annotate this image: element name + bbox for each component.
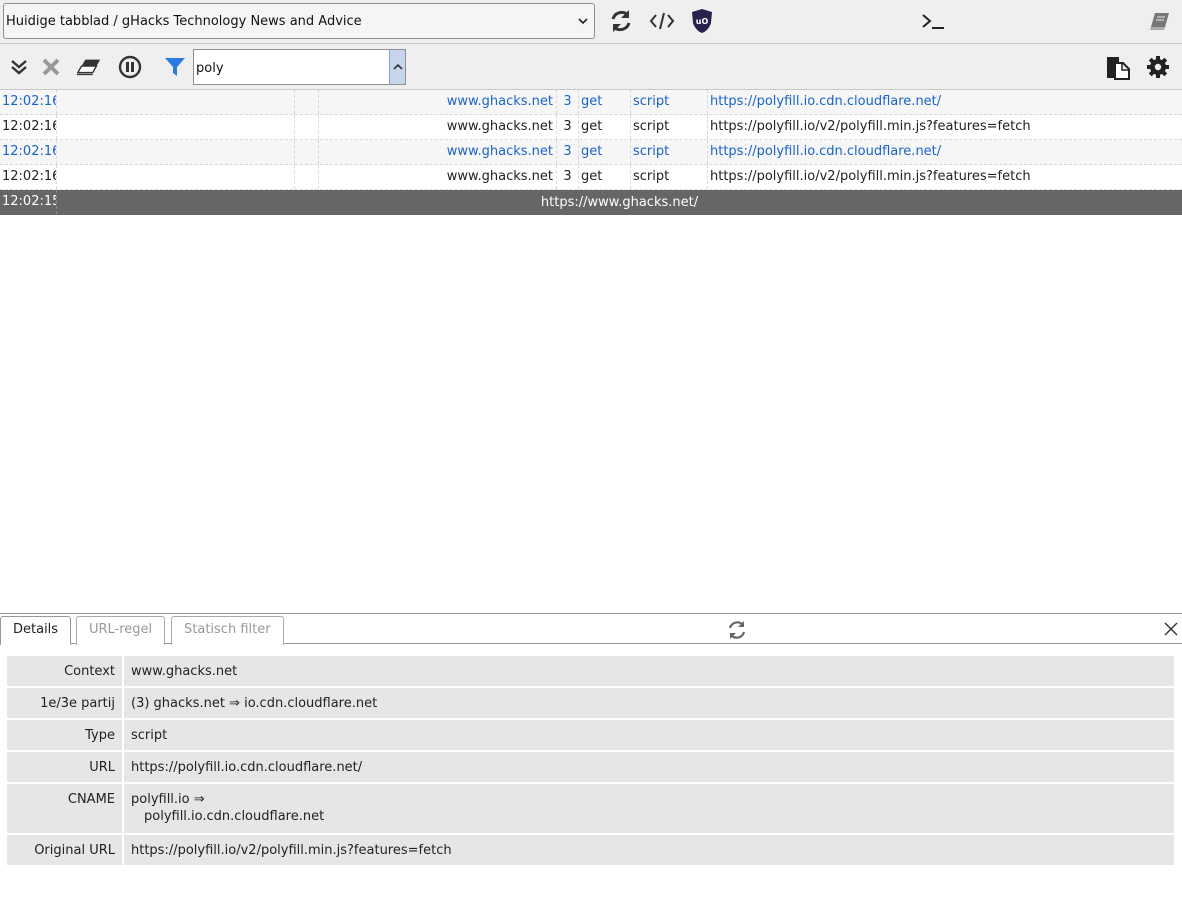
detail-row-cname: CNAME polyfill.io ⇒ polyfill.io.cdn.clou… (7, 784, 1174, 835)
detail-row-party: 1e/3e partij (3) ghacks.net ⇒ io.cdn.clo… (7, 688, 1174, 720)
detail-label: URL (7, 752, 124, 782)
log-filter-cell (57, 90, 295, 114)
detail-label: Context (7, 656, 124, 686)
detail-label: CNAME (7, 784, 124, 833)
cname-source: polyfill.io ⇒ (131, 792, 205, 807)
detail-value: (3) ghacks.net ⇒ io.cdn.cloudflare.net (131, 696, 378, 711)
log-time: 12:02:16 (0, 115, 57, 139)
log-type: script (631, 140, 708, 164)
chevron-up-icon (392, 63, 403, 70)
tab-url-rule[interactable]: URL-regel (76, 616, 166, 645)
pause-icon[interactable] (117, 54, 143, 80)
detail-value: www.ghacks.net (131, 664, 238, 679)
filter-input[interactable] (196, 58, 386, 78)
details-panel: Details URL-regel Statisch filter Contex… (0, 613, 1182, 899)
tab-selector-label: Huidige tabblad / gHacks Technology News… (6, 13, 362, 29)
log-context: www.ghacks.net (319, 165, 557, 189)
log-time: 12:02:16 (0, 140, 57, 164)
details-table: Context www.ghacks.net 1e/3e partij (3) … (7, 656, 1174, 867)
refresh-icon[interactable] (608, 8, 634, 34)
filter-options-toggle[interactable] (389, 50, 405, 84)
log-type: script (631, 90, 708, 114)
log-url: https://polyfill.io/v2/polyfill.min.js?f… (710, 169, 1031, 184)
eraser-icon[interactable] (76, 54, 102, 80)
detail-row-type: Type script (7, 720, 1174, 752)
chevron-down-icon (578, 18, 588, 25)
book-icon[interactable] (1147, 8, 1173, 34)
log-method: get (579, 165, 631, 189)
detail-value[interactable]: https://polyfill.io/v2/polyfill.min.js?f… (124, 835, 1174, 865)
close-icon[interactable] (38, 54, 64, 80)
detail-label: Type (7, 720, 124, 750)
logger-table: 12:02:16 www.ghacks.net 3 get script htt… (0, 90, 1182, 215)
log-time: 12:02:16 (0, 90, 57, 114)
log-method: get (579, 115, 631, 139)
detail-label: Original URL (7, 835, 124, 865)
details-tabs: Details URL-regel Statisch filter (0, 614, 1182, 645)
log-method: get (579, 140, 631, 164)
log-url: https://polyfill.io/v2/polyfill.min.js?f… (710, 119, 1031, 134)
table-row[interactable]: 12:02:16 www.ghacks.net 3 get script htt… (0, 115, 1182, 140)
tab-details[interactable]: Details (0, 616, 72, 645)
log-context: www.ghacks.net (319, 140, 557, 164)
log-type: script (631, 115, 708, 139)
log-result-cell (295, 90, 319, 114)
log-method: get (579, 90, 631, 114)
detail-row-context: Context www.ghacks.net (7, 656, 1174, 688)
log-party: 3 (557, 140, 579, 164)
detail-row-url: URL https://polyfill.io.cdn.cloudflare.n… (7, 752, 1174, 784)
gear-icon[interactable] (1145, 54, 1171, 80)
double-chevron-down-icon[interactable] (6, 54, 32, 80)
log-party: 3 (557, 90, 579, 114)
clipboard-icon[interactable] (1105, 54, 1131, 80)
log-context: www.ghacks.net (319, 90, 557, 114)
table-row[interactable]: 12:02:16 www.ghacks.net 3 get script htt… (0, 140, 1182, 165)
close-icon[interactable] (1162, 620, 1180, 638)
log-filter-cell (57, 165, 295, 189)
detail-row-original-url: Original URL https://polyfill.io/v2/poly… (7, 835, 1174, 867)
log-time: 12:02:16 (0, 165, 57, 189)
cname-target: polyfill.io.cdn.cloudflare.net (144, 809, 325, 824)
log-result-cell (295, 165, 319, 189)
log-filter-cell (57, 115, 295, 139)
table-row[interactable]: 12:02:16 www.ghacks.net 3 get script htt… (0, 165, 1182, 190)
log-party: 3 (557, 165, 579, 189)
filter-icon[interactable] (162, 54, 188, 80)
table-row[interactable]: 12:02:16 www.ghacks.net 3 get script htt… (0, 90, 1182, 115)
refresh-icon[interactable] (727, 620, 747, 640)
ublock-shield-icon[interactable]: uO (689, 8, 715, 34)
tab-selector[interactable]: Huidige tabblad / gHacks Technology News… (3, 3, 595, 39)
terminal-icon[interactable] (920, 8, 946, 34)
filter-field[interactable] (193, 49, 406, 85)
log-context: www.ghacks.net (319, 115, 557, 139)
page-load-row[interactable]: 12:02:15 https://www.ghacks.net/ (0, 190, 1182, 215)
log-filter-cell (57, 140, 295, 164)
log-result-cell (295, 140, 319, 164)
detail-value: script (131, 728, 168, 743)
log-type: script (631, 165, 708, 189)
page-url: https://www.ghacks.net/ (540, 195, 699, 210)
svg-text:uO: uO (696, 17, 709, 26)
detail-label: 1e/3e partij (7, 688, 124, 718)
log-url: https://polyfill.io.cdn.cloudflare.net/ (710, 94, 942, 109)
log-url: https://polyfill.io.cdn.cloudflare.net/ (710, 144, 942, 159)
top-bar: Huidige tabblad / gHacks Technology News… (0, 0, 1182, 44)
log-party: 3 (557, 115, 579, 139)
log-result-cell (295, 115, 319, 139)
code-icon[interactable] (649, 8, 675, 34)
detail-value: polyfill.io ⇒ polyfill.io.cdn.cloudflare… (124, 784, 1174, 833)
log-time: 12:02:15 (0, 190, 57, 214)
detail-value[interactable]: https://polyfill.io.cdn.cloudflare.net/ (124, 752, 1174, 782)
tab-static-filter[interactable]: Statisch filter (171, 616, 284, 645)
log-toolbar (0, 44, 1182, 90)
